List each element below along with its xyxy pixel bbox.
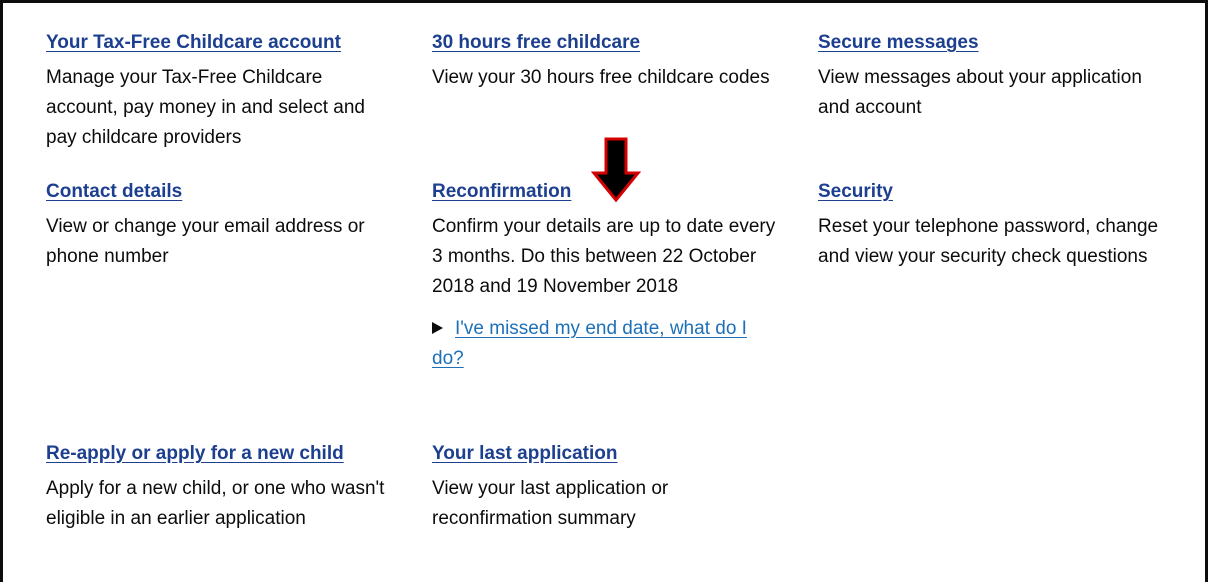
card-security: Security Reset your telephone password, …	[818, 179, 1168, 272]
card-last-application: Your last application View your last app…	[432, 441, 782, 534]
security-link[interactable]: Security	[818, 179, 893, 205]
30-hours-free-childcare-link[interactable]: 30 hours free childcare	[432, 30, 640, 56]
secure-messages-description: View messages about your application and…	[818, 67, 1142, 118]
card-contact-details: Contact details View or change your emai…	[46, 179, 396, 272]
page-frame: Your Tax-Free Childcare account Manage y…	[0, 0, 1208, 582]
tax-free-childcare-account-description: Manage your Tax-Free Childcare account, …	[46, 67, 365, 148]
secure-messages-link[interactable]: Secure messages	[818, 30, 979, 56]
contact-details-link[interactable]: Contact details	[46, 179, 182, 205]
card-reapply: Re-apply or apply for a new child Apply …	[46, 441, 396, 534]
30-hours-free-childcare-description: View your 30 hours free childcare codes	[432, 67, 770, 88]
card-30-hours-free-childcare: 30 hours free childcare View your 30 hou…	[432, 30, 782, 93]
tax-free-childcare-account-link[interactable]: Your Tax-Free Childcare account	[46, 30, 341, 56]
arrow-down-icon	[591, 137, 641, 203]
disclosure-triangle-icon	[432, 322, 443, 334]
reapply-link[interactable]: Re-apply or apply for a new child	[46, 441, 344, 467]
last-application-link[interactable]: Your last application	[432, 441, 617, 467]
last-application-description: View your last application or reconfirma…	[432, 478, 669, 529]
reconfirmation-description: Confirm your details are up to date ever…	[432, 216, 776, 297]
missed-end-date-summary[interactable]: I've missed my end date, what do I do?	[432, 318, 747, 369]
card-tax-free-childcare-account: Your Tax-Free Childcare account Manage y…	[46, 30, 396, 153]
card-reconfirmation: Reconfirmation Confirm your details are …	[432, 179, 782, 374]
reconfirmation-link[interactable]: Reconfirmation	[432, 179, 571, 205]
security-description: Reset your telephone password, change an…	[818, 216, 1159, 267]
reapply-description: Apply for a new child, or one who wasn't…	[46, 478, 385, 529]
contact-details-description: View or change your email address or pho…	[46, 216, 365, 267]
card-secure-messages: Secure messages View messages about your…	[818, 30, 1168, 123]
missed-end-date-details[interactable]: I've missed my end date, what do I do?	[432, 314, 777, 374]
